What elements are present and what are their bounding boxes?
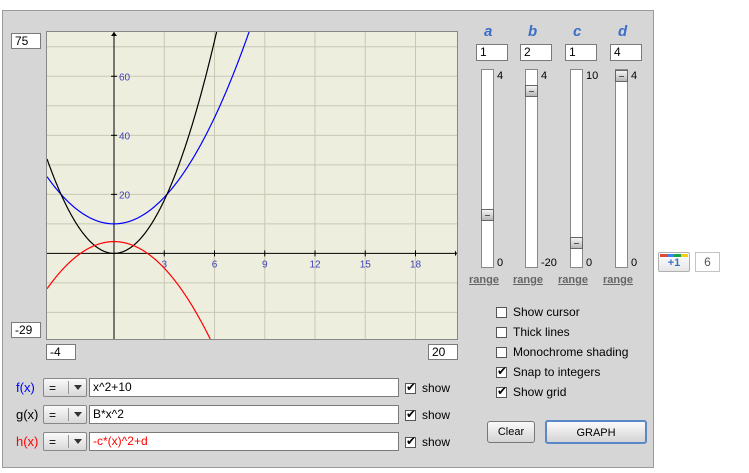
ymax-input[interactable]: 75 xyxy=(11,33,41,49)
xmax-input[interactable]: 20 xyxy=(428,344,458,360)
param-c-label: c xyxy=(573,23,582,40)
h-operator-value: = xyxy=(49,435,57,449)
snap-to-integers-label: Snap to integers xyxy=(513,365,601,379)
x-tick-label: 12 xyxy=(309,259,321,270)
clear-button[interactable]: Clear xyxy=(487,421,535,443)
param-c-min: 0 xyxy=(586,257,593,269)
plus-one-label: +1 xyxy=(667,257,681,269)
f-show-toggle[interactable]: show xyxy=(405,380,450,396)
param-d-min: 0 xyxy=(631,257,638,269)
plus-one-count: 6 xyxy=(695,252,720,272)
thick-lines-checkbox[interactable] xyxy=(496,326,507,338)
f-operator-select[interactable]: = xyxy=(43,378,87,397)
param-c-slider[interactable] xyxy=(570,69,583,268)
param-a-label: a xyxy=(484,23,493,40)
g-operator-select[interactable]: = xyxy=(43,405,87,424)
thick-lines-label: Thick lines xyxy=(513,325,570,339)
g-show-checkbox[interactable] xyxy=(405,407,416,421)
monochrome-shading-checkbox[interactable] xyxy=(496,346,507,358)
show-grid-checkbox[interactable] xyxy=(496,384,507,398)
param-d-range-link[interactable]: range xyxy=(603,274,633,286)
h-operator-select[interactable]: = xyxy=(43,432,87,451)
y-tick-label: 20 xyxy=(119,190,131,201)
param-c-input[interactable]: 1 xyxy=(565,44,597,61)
f-show-checkbox[interactable] xyxy=(405,380,416,394)
param-b-label: b xyxy=(528,23,538,40)
option-snap-to-integers[interactable]: Snap to integers xyxy=(496,364,600,380)
y-tick-label: 60 xyxy=(119,72,131,83)
param-a-slider[interactable] xyxy=(481,69,494,268)
monochrome-shading-label: Monochrome shading xyxy=(513,345,629,359)
x-tick-label: 9 xyxy=(262,259,268,270)
param-b-min: -20 xyxy=(541,257,557,269)
f-label: f(x) xyxy=(16,380,35,395)
snap-to-integers-checkbox[interactable] xyxy=(496,364,507,378)
param-a-min: 0 xyxy=(497,257,504,269)
param-a-max: 4 xyxy=(497,70,504,82)
param-b-max: 4 xyxy=(541,70,548,82)
f-show-label: show xyxy=(422,381,451,395)
g-expression-input[interactable]: B*x^2 xyxy=(89,405,399,424)
xmin-input[interactable]: -4 xyxy=(46,344,76,360)
param-c-slider-thumb[interactable] xyxy=(570,237,583,249)
param-a-slider-thumb[interactable] xyxy=(481,209,494,221)
show-grid-label: Show grid xyxy=(513,385,567,399)
h-show-toggle[interactable]: show xyxy=(405,434,450,450)
param-b-slider[interactable] xyxy=(525,69,538,268)
g-show-toggle[interactable]: show xyxy=(405,407,450,423)
x-tick-label: 6 xyxy=(212,259,218,270)
graph-canvas[interactable]: 3 6 9 12 15 18204060 xyxy=(47,32,457,339)
h-expression-input[interactable]: -c*(x)^2+d xyxy=(89,432,399,451)
param-d-max: 4 xyxy=(631,70,638,82)
g-label: g(x) xyxy=(16,407,39,422)
h-show-label: show xyxy=(422,435,451,449)
param-b-slider-thumb[interactable] xyxy=(525,85,538,97)
param-c-max: 10 xyxy=(586,70,599,82)
plot-background xyxy=(47,32,457,339)
y-tick-label: 40 xyxy=(119,131,131,142)
param-a-input[interactable]: 1 xyxy=(476,44,508,61)
param-d-input[interactable]: 4 xyxy=(610,44,642,61)
param-d-slider[interactable] xyxy=(615,69,628,268)
f-expression-input[interactable]: x^2+10 xyxy=(89,378,399,397)
x-tick-label: 18 xyxy=(410,259,422,270)
x-tick-label: 15 xyxy=(360,259,372,270)
param-a-range-link[interactable]: range xyxy=(469,274,499,286)
chevron-down-icon xyxy=(74,412,82,417)
g-operator-value: = xyxy=(49,408,57,422)
option-show-grid[interactable]: Show grid xyxy=(496,384,566,400)
chevron-down-icon xyxy=(74,439,82,444)
param-d-label: d xyxy=(618,23,628,40)
param-b-input[interactable]: 2 xyxy=(520,44,552,61)
graph-area[interactable]: 3 6 9 12 15 18 20 40 60 xyxy=(46,31,458,340)
h-label: h(x) xyxy=(16,434,39,449)
show-cursor-checkbox[interactable] xyxy=(496,306,507,318)
show-cursor-label: Show cursor xyxy=(513,305,580,319)
param-d-slider-thumb[interactable] xyxy=(615,70,628,82)
option-monochrome-shading[interactable]: Monochrome shading xyxy=(496,344,628,360)
option-thick-lines[interactable]: Thick lines xyxy=(496,324,570,340)
ymin-input[interactable]: -29 xyxy=(11,322,41,338)
param-c-range-link[interactable]: range xyxy=(558,274,588,286)
google-plus-one-button[interactable]: +1 xyxy=(658,252,690,272)
param-b-range-link[interactable]: range xyxy=(513,274,543,286)
h-show-checkbox[interactable] xyxy=(405,434,416,448)
f-operator-value: = xyxy=(49,381,57,395)
chevron-down-icon xyxy=(74,385,82,390)
g-show-label: show xyxy=(422,408,451,422)
graph-button[interactable]: GRAPH xyxy=(545,420,647,444)
option-show-cursor[interactable]: Show cursor xyxy=(496,304,580,320)
